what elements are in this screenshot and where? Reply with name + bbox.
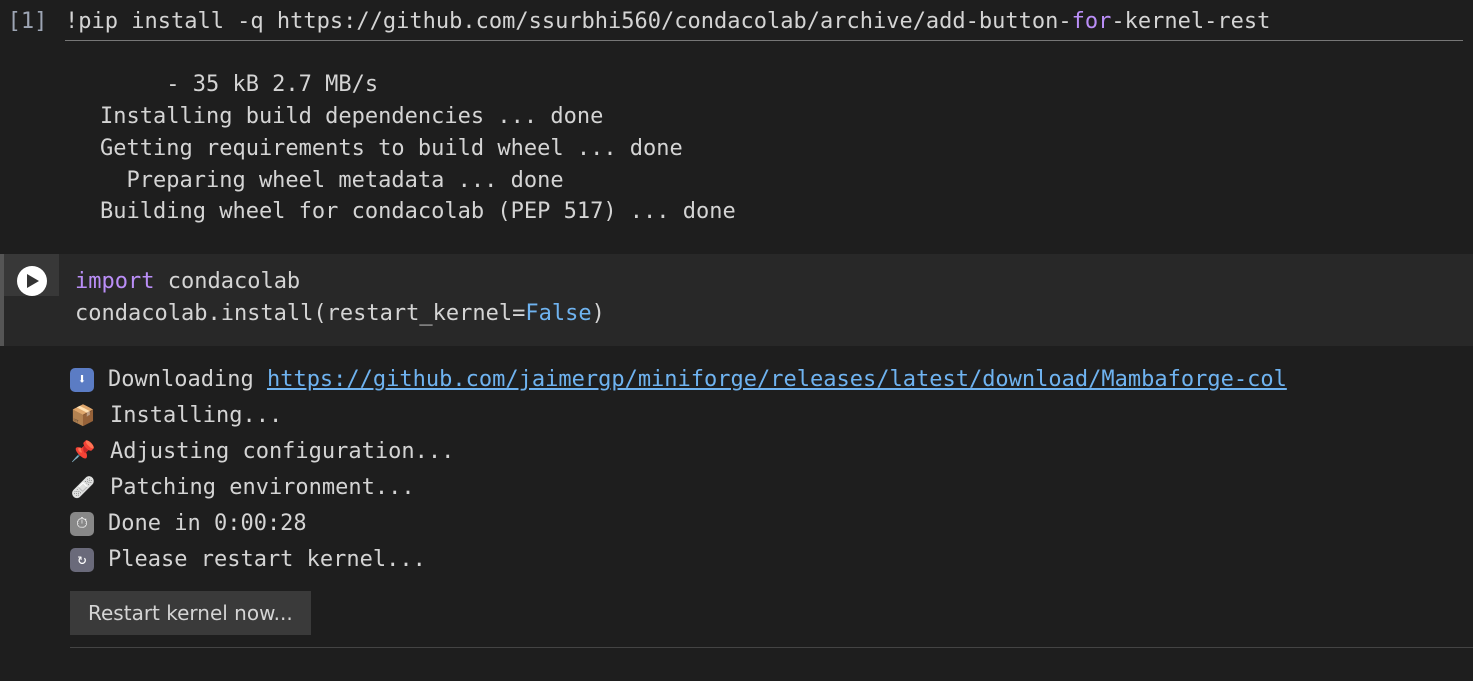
cell-1-output: - 35 kB 2.7 MB/s Installing build depend… (0, 51, 1473, 254)
restart-kernel-button[interactable]: Restart kernel now... (70, 591, 311, 635)
output-row-restart: ↻ Please restart kernel... (70, 542, 1473, 578)
restart-icon: ↻ (70, 548, 94, 572)
output-row-adjusting: 📌 Adjusting configuration... (70, 434, 1473, 470)
cell-gutter (4, 254, 59, 296)
package-icon: 📦 (70, 403, 96, 429)
cell-gutter: [1] (0, 0, 55, 38)
execution-count: [1] (8, 6, 48, 38)
code-input-2[interactable]: import condacolab condacolab.install(res… (59, 254, 1473, 346)
run-cell-button[interactable] (17, 266, 47, 296)
download-link[interactable]: https://github.com/jaimergp/miniforge/re… (267, 367, 1287, 392)
play-icon (27, 274, 39, 288)
code-line: condacolab.install(restart_kernel=False) (75, 298, 1463, 330)
pin-icon: 📌 (70, 439, 96, 465)
code-line: import condacolab (75, 266, 1463, 298)
bandage-icon: 🩹 (70, 475, 96, 501)
output-row-done: ⏱ Done in 0:00:28 (70, 506, 1473, 542)
code-cell-1: [1] !pip install -q https://github.com/s… (0, 0, 1473, 51)
output-row-downloading: ⬇ Downloading https://github.com/jaimerg… (70, 362, 1473, 398)
output-row-installing: 📦 Installing... (70, 398, 1473, 434)
code-input-1[interactable]: !pip install -q https://github.com/ssurb… (55, 0, 1473, 51)
cell-2-output: ⬇ Downloading https://github.com/jaimerg… (0, 346, 1473, 645)
output-row-patching: 🩹 Patching environment... (70, 470, 1473, 506)
stopwatch-icon: ⏱ (70, 512, 94, 536)
code-cell-2: import condacolab condacolab.install(res… (0, 254, 1473, 346)
download-icon: ⬇ (70, 368, 94, 392)
output-divider (70, 647, 1473, 648)
code-line: !pip install -q https://github.com/ssurb… (65, 6, 1463, 41)
